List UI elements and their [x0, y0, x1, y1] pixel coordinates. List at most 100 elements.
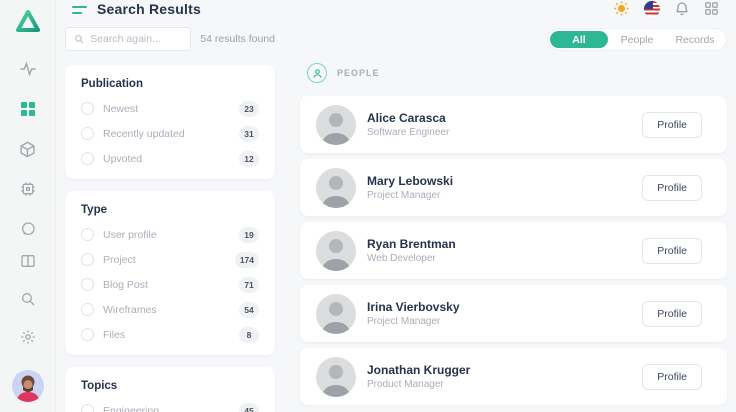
- radio-icon[interactable]: [81, 404, 94, 412]
- search-input[interactable]: [90, 33, 182, 45]
- person-info: Irina Vierbovsky Project Manager: [367, 300, 642, 328]
- radio-icon[interactable]: [81, 127, 94, 140]
- person-card: Ryan Brentman Web Developer Profile: [300, 222, 727, 279]
- filter-option-count: 8: [239, 327, 259, 343]
- cube-icon[interactable]: [19, 140, 37, 158]
- person-role: Project Manager: [367, 315, 642, 328]
- person-photo: [316, 168, 356, 208]
- tabs-row: AllPeopleRecords: [300, 28, 727, 51]
- person-name: Mary Lebowski: [367, 174, 642, 189]
- user-avatar[interactable]: [12, 370, 44, 402]
- results-count: 54 results found: [200, 33, 275, 45]
- person-name: Irina Vierbovsky: [367, 300, 642, 315]
- radio-icon[interactable]: [81, 102, 94, 115]
- filters-column: 54 results found Publication Newest 23: [65, 27, 275, 412]
- search-box[interactable]: [65, 27, 191, 51]
- filter-option-label: Blog Post: [103, 279, 239, 291]
- settings-gear-icon[interactable]: [19, 328, 37, 346]
- person-name: Ryan Brentman: [367, 237, 642, 252]
- filter-option-label: Wireframes: [103, 304, 239, 316]
- tab[interactable]: People: [608, 31, 666, 48]
- profile-button[interactable]: Profile: [642, 112, 702, 138]
- tab[interactable]: Records: [666, 31, 724, 48]
- person-info: Alice Carasca Software Engineer: [367, 111, 642, 139]
- apps-grid-icon[interactable]: [703, 0, 720, 17]
- filter-option-label: Recently updated: [103, 128, 239, 140]
- filter-option-count: 12: [239, 151, 259, 167]
- cpu-icon[interactable]: [19, 180, 37, 198]
- filter-option-label: User profile: [103, 229, 239, 241]
- filter-option-count: 23: [239, 101, 259, 117]
- filter-option-label: Engineering: [103, 405, 239, 412]
- people-section-icon: [307, 63, 327, 83]
- filter-option-label: Files: [103, 329, 239, 341]
- filter-option[interactable]: Upvoted 12: [81, 146, 259, 171]
- person-name: Alice Carasca: [367, 111, 642, 126]
- filter-options: Newest 23 Recently updated 31 Upvoted 12: [81, 96, 259, 171]
- people-section-header: PEOPLE: [307, 63, 727, 83]
- page-title: Search Results: [97, 1, 201, 17]
- radio-icon[interactable]: [81, 253, 94, 266]
- profile-button[interactable]: Profile: [642, 301, 702, 327]
- radio-icon[interactable]: [81, 328, 94, 341]
- search-icon[interactable]: [19, 290, 37, 308]
- theme-sun-icon[interactable]: [613, 0, 630, 17]
- filter-option-label: Project: [103, 254, 235, 266]
- people-list: Alice Carasca Software Engineer Profile: [300, 96, 727, 405]
- radio-icon[interactable]: [81, 152, 94, 165]
- person-photo: [316, 105, 356, 145]
- person-card: Alice Carasca Software Engineer Profile: [300, 96, 727, 153]
- filter-panel: Publication Newest 23 Recently updated 3…: [65, 65, 275, 179]
- radio-icon[interactable]: [81, 278, 94, 291]
- sidebar: [0, 0, 56, 412]
- filter-panel: Type User profile 19 Project 174: [65, 191, 275, 355]
- person-card: Irina Vierbovsky Project Manager Profile: [300, 285, 727, 342]
- search-row: 54 results found: [65, 27, 275, 51]
- filter-option-label: Upvoted: [103, 153, 239, 165]
- notifications-bell-icon[interactable]: [673, 0, 690, 17]
- tab[interactable]: All: [550, 31, 608, 48]
- person-card: Mary Lebowski Project Manager Profile: [300, 159, 727, 216]
- person-role: Software Engineer: [367, 126, 642, 139]
- filter-option[interactable]: User profile 19: [81, 222, 259, 247]
- app-root: Search Results: [0, 0, 736, 412]
- person-role: Project Manager: [367, 189, 642, 202]
- menu-toggle-icon[interactable]: [72, 4, 87, 14]
- filter-option[interactable]: Blog Post 71: [81, 272, 259, 297]
- person-role: Web Developer: [367, 252, 642, 265]
- person-info: Ryan Brentman Web Developer: [367, 237, 642, 265]
- filter-option[interactable]: Project 174: [81, 247, 259, 272]
- filter-option-count: 45: [239, 403, 259, 412]
- filter-options: Engineering 45: [81, 398, 259, 412]
- profile-button[interactable]: Profile: [642, 238, 702, 264]
- radio-icon[interactable]: [81, 303, 94, 316]
- chat-bubble-icon[interactable]: [19, 220, 37, 238]
- dashboard-grid-icon[interactable]: [19, 100, 37, 118]
- app-logo-icon[interactable]: [14, 8, 42, 34]
- person-info: Jonathan Krugger Product Manager: [367, 363, 642, 391]
- person-info: Mary Lebowski Project Manager: [367, 174, 642, 202]
- profile-button[interactable]: Profile: [642, 175, 702, 201]
- person-photo: [316, 231, 356, 271]
- sidebar-nav-top: [19, 60, 37, 238]
- filter-panel-title: Type: [81, 204, 259, 216]
- filter-option[interactable]: Recently updated 31: [81, 121, 259, 146]
- filter-option[interactable]: Engineering 45: [81, 398, 259, 412]
- filter-option-label: Newest: [103, 103, 239, 115]
- person-role: Product Manager: [367, 378, 642, 391]
- main-area: Search Results: [56, 0, 736, 412]
- people-section-label: PEOPLE: [337, 68, 380, 78]
- content: 54 results found Publication Newest 23: [56, 17, 736, 412]
- tabs: AllPeopleRecords: [547, 28, 727, 51]
- layout-panel-icon[interactable]: [19, 252, 37, 270]
- person-photo: [316, 294, 356, 334]
- language-flag-icon[interactable]: [643, 0, 660, 17]
- filter-option[interactable]: Newest 23: [81, 96, 259, 121]
- filter-option[interactable]: Files 8: [81, 322, 259, 347]
- radio-icon[interactable]: [81, 228, 94, 241]
- activity-icon[interactable]: [19, 60, 37, 78]
- profile-button[interactable]: Profile: [642, 364, 702, 390]
- person-photo: [316, 357, 356, 397]
- filter-option[interactable]: Wireframes 54: [81, 297, 259, 322]
- filter-option-count: 174: [235, 252, 259, 268]
